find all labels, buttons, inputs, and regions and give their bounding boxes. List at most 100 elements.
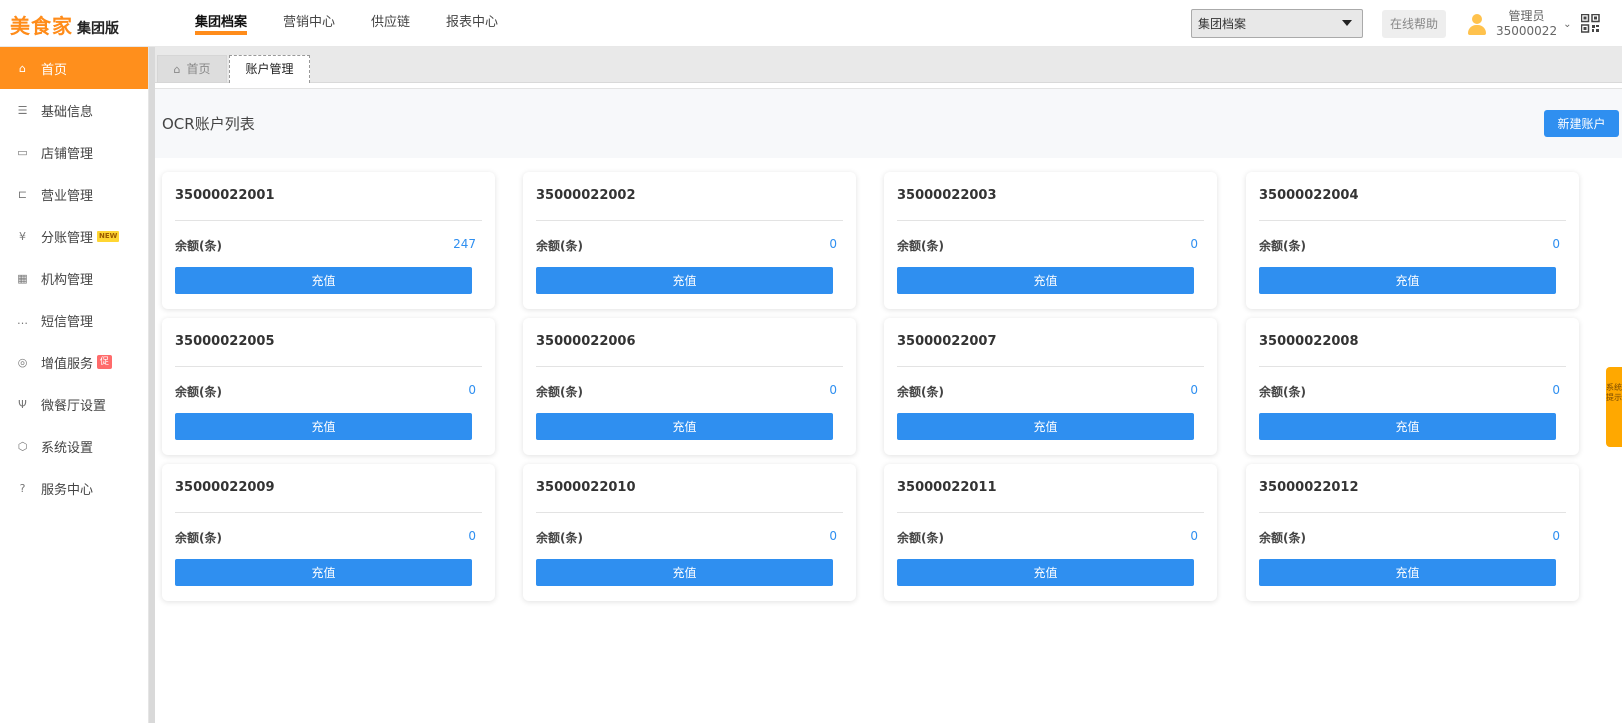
recharge-button[interactable]: 充值 <box>1259 413 1556 440</box>
main-content: OCR账户列表 新建账户 35000022001 余额(条) 247 充值 350000… <box>155 84 1622 723</box>
tab-home[interactable]: ⌂ 首页 <box>157 55 227 83</box>
sidebar-item-label: 营业管理 <box>41 188 94 204</box>
recharge-button[interactable]: 充值 <box>175 267 472 294</box>
balance-value: 247 <box>453 237 476 251</box>
store-icon: ▭ <box>17 145 28 159</box>
sidebar-item-service-center[interactable]: ? 服务中心 <box>0 467 148 509</box>
sidebar-item-split[interactable]: ¥ 分账管理 NEW <box>0 215 148 257</box>
account-id: 35000022003 <box>897 188 997 203</box>
card-divider <box>1259 220 1566 221</box>
top-nav-label: 报表中心 <box>446 15 499 30</box>
balance-label: 余额(条) <box>897 531 944 545</box>
recharge-button[interactable]: 充值 <box>536 559 833 586</box>
balance-label: 余额(条) <box>1259 385 1306 399</box>
sidebar-item-label: 机构管理 <box>41 272 94 288</box>
cutlery-icon: Ψ <box>18 397 27 411</box>
balance-label: 余额(条) <box>1259 239 1306 253</box>
tab-bar: ⌂ 首页 账户管理 <box>155 47 1622 83</box>
panel-header: OCR账户列表 新建账户 <box>155 88 1622 158</box>
recharge-button[interactable]: 充值 <box>536 413 833 440</box>
recharge-button[interactable]: 充值 <box>1259 559 1556 586</box>
sidebar-item-sms[interactable]: … 短信管理 <box>0 299 148 341</box>
card-divider <box>1259 512 1566 513</box>
card-divider <box>1259 366 1566 367</box>
group-select[interactable]: 集团档案 <box>1191 9 1363 38</box>
balance-value: 0 <box>1552 529 1560 543</box>
sidebar-item-label: 系统设置 <box>41 440 94 456</box>
sidebar-item-store[interactable]: ▭ 店铺管理 <box>0 131 148 173</box>
tab-account-management[interactable]: 账户管理 <box>229 55 310 83</box>
top-nav-item-reports[interactable]: 报表中心 <box>446 0 498 47</box>
account-card: 35000022007 余额(条) 0 充值 <box>884 318 1217 455</box>
top-nav-label: 营销中心 <box>283 15 336 30</box>
balance-label: 余额(条) <box>536 385 583 399</box>
account-id: 35000022008 <box>1259 334 1359 349</box>
card-divider <box>897 512 1204 513</box>
new-account-button[interactable]: 新建账户 <box>1544 110 1619 137</box>
balance-value: 0 <box>1190 383 1198 397</box>
system-tip-tab[interactable]: 系统提示 <box>1606 367 1622 447</box>
cart-icon: ⊏ <box>17 187 28 201</box>
tab-label: 首页 <box>186 62 211 76</box>
sidebar-item-label: 短信管理 <box>41 314 94 330</box>
sidebar-item-label: 增值服务 <box>41 356 94 372</box>
qr-code-icon[interactable] <box>1581 14 1600 33</box>
balance-value: 0 <box>829 237 837 251</box>
group-select-value: 集团档案 <box>1198 17 1247 31</box>
sidebar-item-home[interactable]: ⌂ 首页 <box>0 47 148 89</box>
account-id: 35000022011 <box>897 480 997 495</box>
user-menu[interactable]: 管理员 35000022 ⌄ <box>1466 7 1571 41</box>
balance-value: 0 <box>1552 237 1560 251</box>
sidebar-item-label: 基础信息 <box>41 104 94 120</box>
account-card: 35000022006 余额(条) 0 充值 <box>523 318 856 455</box>
top-nav-item-marketing[interactable]: 营销中心 <box>283 0 335 47</box>
sidebar-item-value-added[interactable]: ◎ 增值服务 促 <box>0 341 148 383</box>
tab-label: 账户管理 <box>245 62 294 76</box>
recharge-button[interactable]: 充值 <box>1259 267 1556 294</box>
building-icon: ▦ <box>17 271 28 285</box>
logo-sub-text: 集团版 <box>77 21 119 37</box>
account-card: 35000022004 余额(条) 0 充值 <box>1246 172 1579 309</box>
gear-icon: ⬡ <box>17 439 28 453</box>
sidebar-item-basic-info[interactable]: ☰ 基础信息 <box>0 89 148 131</box>
sidebar-item-org[interactable]: ▦ 机构管理 <box>0 257 148 299</box>
balance-label: 余额(条) <box>175 385 222 399</box>
card-divider <box>897 220 1204 221</box>
balance-label: 余额(条) <box>536 531 583 545</box>
account-card: 35000022009 余额(条) 0 充值 <box>162 464 495 601</box>
recharge-button[interactable]: 充值 <box>897 413 1194 440</box>
card-divider <box>536 366 843 367</box>
online-help-button[interactable]: 在线帮助 <box>1382 10 1446 38</box>
user-info: 管理员 35000022 <box>1496 9 1557 39</box>
account-id: 35000022006 <box>536 334 636 349</box>
chevron-down-icon: ⌄ <box>1563 18 1572 30</box>
sidebar-item-micro-restaurant[interactable]: Ψ 微餐厅设置 <box>0 383 148 425</box>
balance-value: 0 <box>1552 383 1560 397</box>
top-bar: 美食家 集团版 集团档案 营销中心 供应链 报表中心 集团档案 在线帮助 管理员… <box>0 0 1622 47</box>
account-id: 35000022007 <box>897 334 997 349</box>
card-divider <box>897 366 1204 367</box>
recharge-button[interactable]: 充值 <box>897 559 1194 586</box>
yuan-icon: ¥ <box>19 229 26 243</box>
balance-label: 余额(条) <box>897 239 944 253</box>
account-card: 35000022003 余额(条) 0 充值 <box>884 172 1217 309</box>
logo[interactable]: 美食家 集团版 <box>10 10 119 39</box>
sidebar-item-label: 分账管理 <box>41 230 94 246</box>
account-id: 35000022002 <box>536 188 636 203</box>
recharge-button[interactable]: 充值 <box>897 267 1194 294</box>
recharge-button[interactable]: 充值 <box>536 267 833 294</box>
recharge-button[interactable]: 充值 <box>175 559 472 586</box>
top-nav-item-supply-chain[interactable]: 供应链 <box>371 0 410 47</box>
page-title: OCR账户列表 <box>162 115 255 133</box>
balance-value: 0 <box>1190 529 1198 543</box>
sidebar-item-business[interactable]: ⊏ 营业管理 <box>0 173 148 215</box>
sidebar-item-system-settings[interactable]: ⬡ 系统设置 <box>0 425 148 467</box>
recharge-button[interactable]: 充值 <box>175 413 472 440</box>
top-nav-item-archive[interactable]: 集团档案 <box>195 0 248 47</box>
balance-label: 余额(条) <box>897 385 944 399</box>
document-icon: ☰ <box>17 103 28 117</box>
sidebar: ⌂ 首页 ☰ 基础信息 ▭ 店铺管理 ⊏ 营业管理 ¥ 分账管理 NEW ▦ 机… <box>0 47 149 723</box>
account-card: 35000022002 余额(条) 0 充值 <box>523 172 856 309</box>
sidebar-item-label: 店铺管理 <box>41 146 94 162</box>
account-id: 35000022004 <box>1259 188 1359 203</box>
